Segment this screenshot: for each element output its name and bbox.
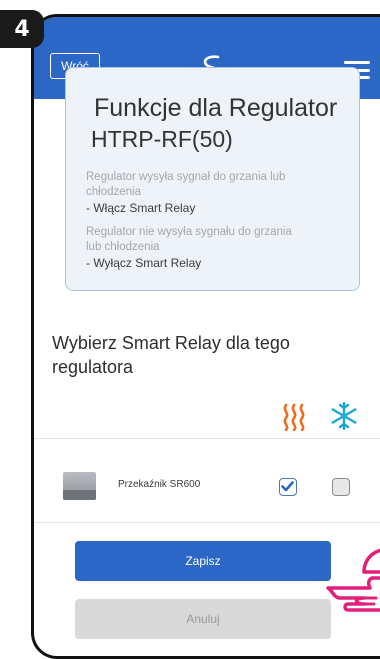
heating-icon [283,403,305,431]
cooling-checkbox[interactable] [332,478,350,496]
info-text-1-line2: chłodzenia [86,186,141,198]
function-info-card: Funkcje dla Regulator HTRP-RF(50) Regula… [65,67,360,291]
cancel-button[interactable]: Anuluj [75,599,331,639]
info-text-2-line1: Regulator nie wysyła sygnału do grzania [86,226,292,238]
relay-name: Przekaźnik SR600 [118,479,201,490]
select-relay-title: Wybierz Smart Relay dla tego regulatora [52,333,290,377]
checkmark-icon [281,481,294,492]
heating-checkbox[interactable] [279,478,297,496]
cooling-icon [331,401,357,431]
save-button[interactable]: Zapisz [75,541,331,581]
info-text-2-line2: lub chłodzenia [86,241,160,253]
phone-frame: Wróć Funkcje dla Regulator HTRP-RF(50) R… [31,14,380,659]
info-bullet-2: - Wyłącz Smart Relay [86,256,202,270]
smart-relay-device-icon [63,472,96,500]
info-text-1-line1: Regulator wysyła sygnał do grzania lub [86,171,286,183]
info-bullet-1: - Włącz Smart Relay [86,201,196,215]
step-badge: 4 [0,10,44,48]
divider-bottom [34,522,380,523]
info-title-line2: HTRP-RF(50) [91,126,233,152]
pointing-hand-icon [326,548,380,612]
relay-row: Przekaźnik SR600 [34,438,380,528]
info-title-line1: Funkcje dla Regulator [94,94,338,122]
